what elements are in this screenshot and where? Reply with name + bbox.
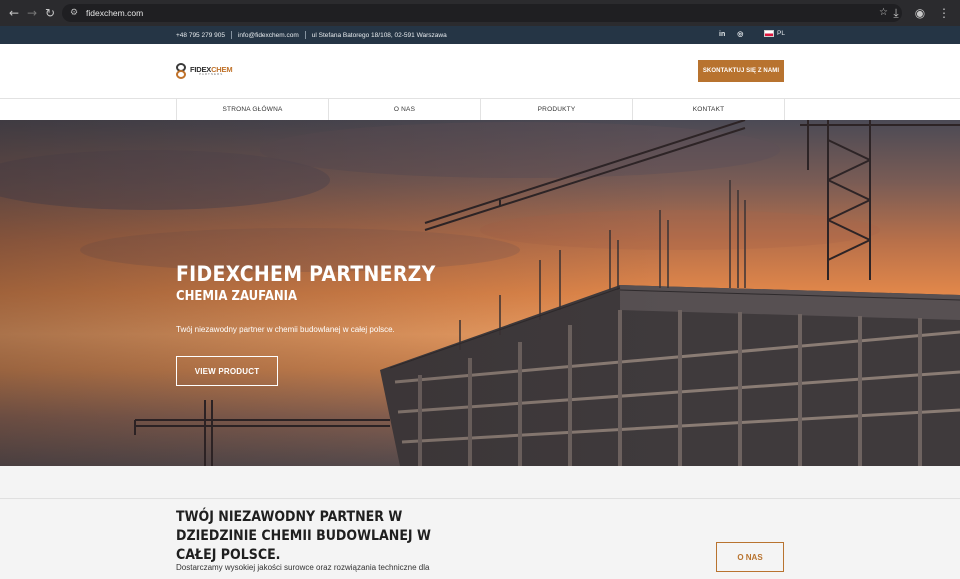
- about-text: Dostarczamy wysokiej jakości surowce ora…: [176, 563, 430, 572]
- language-label: PL: [777, 30, 785, 37]
- nav-item-about[interactable]: O NAS: [329, 99, 481, 120]
- hero-overlay: [0, 120, 960, 466]
- browser-toolbar: ← → ↻ ⚙ fidexchem.com ☆ ⤓ ◉ ⋮: [0, 0, 960, 26]
- nav-item-contact[interactable]: KONTAKT: [633, 99, 785, 120]
- hero-description: Twój niezawodny partner w chemii budowla…: [176, 325, 395, 334]
- back-icon[interactable]: ←: [4, 3, 24, 23]
- contact-us-button[interactable]: SKONTAKTUJ SIĘ Z NAMI: [698, 60, 784, 82]
- divider: [304, 31, 306, 39]
- about-section: TWÓJ NIEZAWODNY PARTNER W DZIEDZINIE CHE…: [0, 466, 960, 579]
- hero-subtitle: CHEMIA ZAUFANIA: [176, 289, 298, 304]
- poland-flag-icon: [764, 30, 774, 37]
- top-info-bar: +48 795 279 905 info@fidexchem.com ul St…: [0, 26, 960, 44]
- view-product-button[interactable]: VIEW PRODUCT: [176, 356, 278, 386]
- about-title: TWÓJ NIEZAWODNY PARTNER W DZIEDZINIE CHE…: [176, 509, 431, 563]
- hero-title: FIDEXCHEM PARTNERZY: [176, 262, 436, 286]
- address-text: ul Stefana Batorego 18/108, 02-591 Warsz…: [311, 31, 447, 39]
- about-us-button[interactable]: O NAS: [716, 542, 784, 572]
- instagram-icon[interactable]: ◎: [737, 30, 743, 38]
- address-bar[interactable]: ⚙ fidexchem.com ☆: [62, 4, 902, 22]
- profile-icon[interactable]: ◉: [910, 3, 930, 23]
- divider: [230, 31, 232, 39]
- hero-banner: FIDEXCHEM PARTNERZY CHEMIA ZAUFANIA Twój…: [0, 120, 960, 466]
- forward-icon[interactable]: →: [22, 3, 42, 23]
- site-settings-icon[interactable]: ⚙: [70, 8, 80, 18]
- phone-link[interactable]: +48 795 279 905: [176, 32, 225, 39]
- reload-icon[interactable]: ↻: [40, 3, 60, 23]
- email-link[interactable]: info@fidexchem.com: [238, 32, 299, 39]
- download-icon[interactable]: ⤓: [886, 3, 906, 23]
- section-divider: [0, 498, 960, 499]
- nav-item-products[interactable]: PRODUKTY: [481, 99, 633, 120]
- main-navigation: STRONA GŁÓWNA O NAS PRODUKTY KONTAKT: [0, 99, 960, 120]
- linkedin-icon[interactable]: in: [719, 31, 725, 38]
- language-switcher[interactable]: PL: [764, 30, 785, 37]
- menu-icon[interactable]: ⋮: [934, 3, 954, 23]
- logo[interactable]: FIDEXCHEM PARTNERS: [175, 63, 233, 79]
- logo-mark-icon: [175, 63, 188, 79]
- nav-item-home[interactable]: STRONA GŁÓWNA: [177, 99, 329, 120]
- url-text: fidexchem.com: [86, 8, 144, 18]
- site-header: FIDEXCHEM PARTNERS SKONTAKTUJ SIĘ Z NAMI: [0, 44, 960, 99]
